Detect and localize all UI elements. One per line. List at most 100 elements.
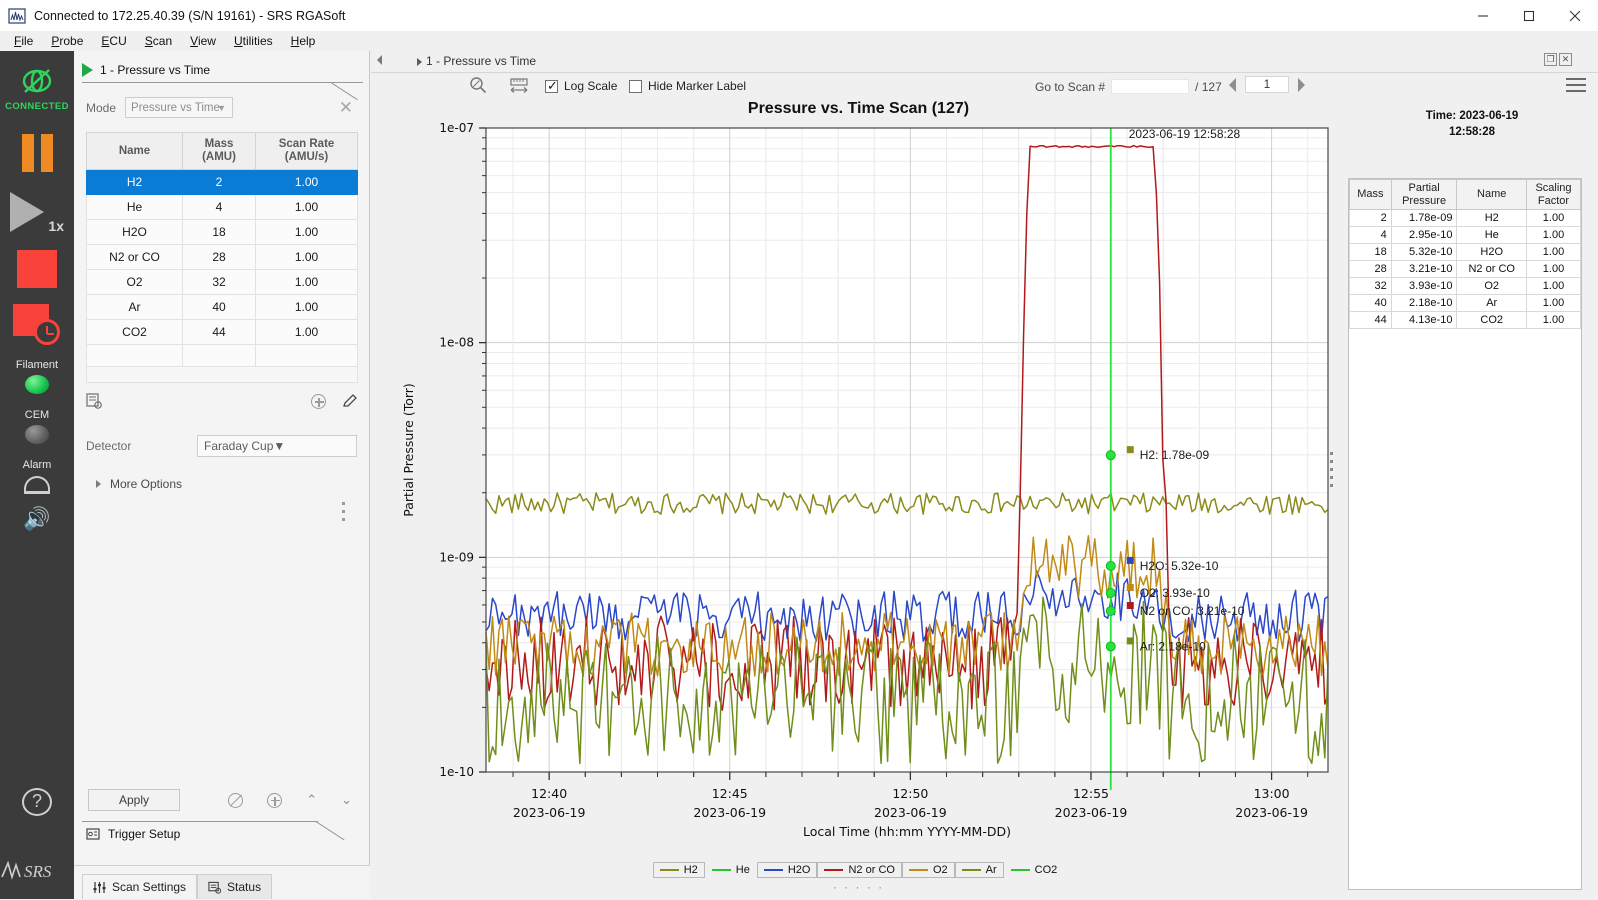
cem-label: CEM — [25, 409, 49, 421]
cell-name: H2 — [1457, 210, 1527, 227]
legend-item-n2co[interactable]: N2 or CO — [817, 862, 901, 878]
speaker-icon[interactable]: 🔊 — [23, 508, 50, 530]
readout-header-row: Mass PartialPressure Name ScalingFactor — [1350, 180, 1581, 210]
goto-scan-input[interactable] — [1111, 79, 1189, 94]
menu-scan[interactable]: Scan — [136, 32, 181, 50]
apply-row: Apply ⌃ ⌄ — [74, 789, 370, 811]
readout-time-date: Time: 2023-06-19 — [1346, 109, 1598, 125]
panel-header-label: 1 - Pressure vs Time — [100, 63, 210, 77]
menu-utilities[interactable]: Utilities — [225, 32, 282, 50]
legend-item-o2[interactable]: O2 — [902, 862, 955, 878]
legend-item-ar[interactable]: Ar — [955, 862, 1004, 878]
cell-name: H2O — [1457, 244, 1527, 261]
table-row[interactable]: O2 32 1.00 — [87, 270, 358, 295]
svg-text:H2O: 5.32e-10: H2O: 5.32e-10 — [1140, 559, 1219, 573]
cell-mass: 18 — [1350, 244, 1392, 261]
prev-page-icon[interactable] — [1229, 78, 1236, 92]
float-window-icon[interactable]: ❐ — [1544, 53, 1557, 66]
add-row-icon[interactable] — [311, 394, 326, 409]
close-button[interactable] — [1552, 0, 1598, 31]
alarm-bell-icon[interactable] — [24, 476, 50, 494]
cell-rate: 1.00 — [256, 220, 358, 245]
table-row[interactable]: CO2 44 1.00 — [87, 320, 358, 345]
log-scale-checkbox[interactable]: Log Scale — [545, 79, 617, 93]
cell-mass: 44 — [1350, 312, 1392, 329]
cell-name: H2 — [87, 170, 183, 195]
move-down-icon[interactable]: ⌄ — [341, 792, 352, 808]
chart-tab[interactable]: 1 - Pressure vs Time — [417, 54, 536, 68]
tab-scan-settings[interactable]: Scan Settings — [82, 874, 197, 899]
disable-icon[interactable] — [228, 793, 243, 808]
stop-after-time-icon[interactable] — [13, 304, 61, 344]
readout-col-name: Name — [1457, 180, 1527, 210]
table-row[interactable]: N2 or CO 28 1.00 — [87, 245, 358, 270]
add-icon[interactable] — [267, 793, 282, 808]
cell-name: N2 or CO — [1457, 261, 1527, 278]
move-up-icon[interactable]: ⌃ — [306, 792, 317, 808]
svg-text:1e-10: 1e-10 — [439, 765, 474, 779]
cell-name: CO2 — [87, 320, 183, 345]
table-row[interactable] — [87, 345, 358, 367]
goto-scan-group: Go to Scan # / 127 — [1035, 79, 1222, 94]
chart-legend: H2 He H2O N2 or CO O2 Ar CO2 — [371, 862, 1346, 878]
cell-name: He — [87, 195, 183, 220]
pager: 1 — [1229, 76, 1305, 93]
readout-time-clock: 12:58:28 — [1346, 125, 1598, 141]
cell-name: H2O — [87, 220, 183, 245]
menu-ecu[interactable]: ECU — [92, 32, 135, 50]
log-scale-label: Log Scale — [564, 79, 617, 93]
hide-marker-label: Hide Marker Label — [648, 79, 746, 93]
detector-select[interactable]: Faraday Cup ▼ — [197, 435, 357, 457]
cell-mass: 2 — [183, 170, 256, 195]
menu-file[interactable]: File — [5, 32, 42, 50]
zoom-reset-icon[interactable] — [469, 76, 487, 94]
gas-table[interactable]: Name Mass(AMU) Scan Rate(AMU/s) H2 2 1.0… — [86, 132, 358, 367]
cell-pp: 4.13e-10 — [1391, 312, 1457, 329]
cell-sf: 1.00 — [1526, 244, 1580, 261]
legend-item-h2[interactable]: H2 — [653, 862, 705, 878]
legend-item-co2[interactable]: CO2 — [1004, 862, 1065, 878]
trigger-setup-label: Trigger Setup — [108, 827, 180, 841]
more-options-toggle[interactable]: More Options — [96, 477, 357, 491]
table-row[interactable]: H2O 18 1.00 — [87, 220, 358, 245]
minimize-button[interactable] — [1460, 0, 1506, 31]
help-icon[interactable]: ? — [0, 786, 74, 813]
connection-status: CONNECTED — [5, 65, 69, 112]
trigger-setup-header[interactable]: Trigger Setup — [74, 821, 370, 847]
cell-pp: 5.32e-10 — [1391, 244, 1457, 261]
menu-view[interactable]: View — [181, 32, 225, 50]
svg-text:1e-07: 1e-07 — [439, 121, 474, 135]
menu-help[interactable]: Help — [282, 32, 325, 50]
menu-probe[interactable]: Probe — [42, 32, 92, 50]
legend-item-h2o[interactable]: H2O — [757, 862, 818, 878]
measure-icon[interactable] — [509, 78, 529, 95]
table-row: 32 3.93e-10 O2 1.00 — [1350, 278, 1581, 295]
cell-name: CO2 — [1457, 312, 1527, 329]
hamburger-icon[interactable] — [1566, 78, 1586, 96]
table-row[interactable]: H2 2 1.00 — [87, 170, 358, 195]
cell-name: He — [1457, 227, 1527, 244]
tab-status[interactable]: Status — [197, 874, 272, 899]
hide-marker-label-checkbox[interactable]: Hide Marker Label — [629, 79, 746, 93]
svg-text:1e-09: 1e-09 — [439, 550, 474, 564]
pause-icon[interactable] — [22, 134, 53, 172]
close-panel-icon[interactable]: ✕ — [1559, 53, 1572, 66]
apply-button[interactable]: Apply — [88, 789, 180, 811]
next-page-icon[interactable] — [1298, 78, 1305, 92]
play-icon[interactable]: 1x — [10, 192, 64, 232]
import-list-icon[interactable] — [86, 393, 102, 409]
stop-icon[interactable] — [17, 250, 57, 288]
panel-grip-left[interactable] — [342, 502, 345, 526]
scroll-left-icon[interactable] — [377, 55, 382, 65]
edit-pencil-icon[interactable] — [342, 393, 358, 409]
table-row[interactable]: He 4 1.00 — [87, 195, 358, 220]
legend-item-he[interactable]: He — [705, 862, 757, 878]
svg-text:Local Time (hh:mm YYYY-MM-DD): Local Time (hh:mm YYYY-MM-DD) — [803, 824, 1011, 839]
mode-select[interactable]: Pressure vs Time ▼ — [125, 97, 233, 118]
page-number-input[interactable]: 1 — [1245, 76, 1289, 93]
panel-grip[interactable] — [1330, 452, 1338, 492]
table-row[interactable]: Ar 40 1.00 — [87, 295, 358, 320]
maximize-button[interactable] — [1506, 0, 1552, 31]
srs-logo: SRS — [0, 855, 74, 883]
alarm-label: Alarm — [23, 459, 52, 471]
